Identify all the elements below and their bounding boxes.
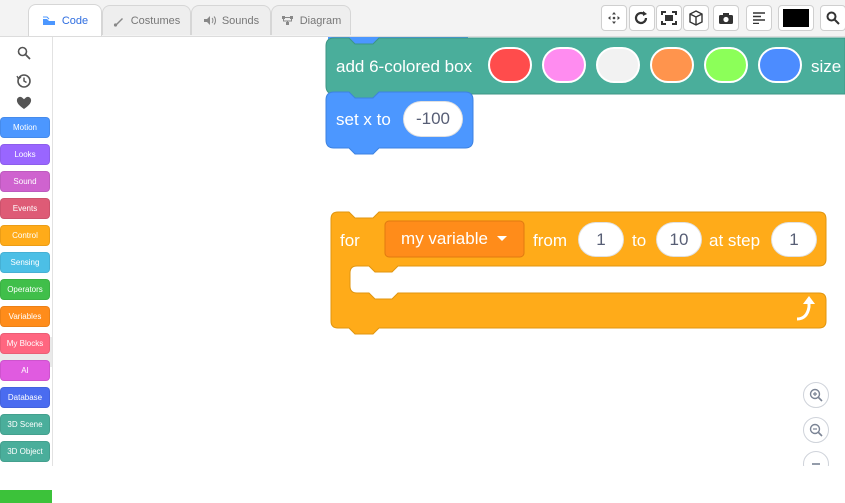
tab-code[interactable]: Code <box>28 4 102 36</box>
step-value-input[interactable]: 1 <box>771 222 817 257</box>
palette-search-button[interactable] <box>14 43 34 63</box>
code-icon <box>42 16 55 25</box>
rotate-icon <box>634 11 648 25</box>
variable-dropdown-label: my variable <box>401 229 488 248</box>
fit-screen-button[interactable] <box>656 5 682 31</box>
move-button[interactable] <box>601 5 627 31</box>
align-icon <box>753 12 765 24</box>
category-database[interactable]: Database <box>0 387 50 408</box>
category-sound[interactable]: Sound <box>0 171 50 192</box>
category-3d-object[interactable]: 3D Object <box>0 441 50 462</box>
from-value-input[interactable]: 1 <box>578 222 624 257</box>
tab-diagram-label: Diagram <box>299 14 342 27</box>
speaker-icon <box>203 16 216 25</box>
move-icon <box>608 12 620 24</box>
to-value-input[interactable]: 10 <box>656 222 702 257</box>
history-button[interactable] <box>14 71 34 91</box>
fit-screen-icon <box>661 11 677 25</box>
tab-sounds[interactable]: Sounds <box>191 5 271 35</box>
color-input-2[interactable] <box>542 47 586 83</box>
category-operators[interactable]: Operators <box>0 279 50 300</box>
block-palette: Motion Looks Sound Events Control Sensing Oper… <box>0 37 53 503</box>
green-indicator-bar <box>0 490 52 503</box>
color-input-3[interactable] <box>596 47 640 83</box>
color-input-6[interactable] <box>758 47 802 83</box>
category-motion[interactable]: Motion <box>0 117 50 138</box>
zoom-in-button[interactable] <box>803 382 829 408</box>
color-swatch-fill <box>783 9 809 27</box>
heart-icon <box>16 96 32 109</box>
color-input-5[interactable] <box>704 47 748 83</box>
at-step-label: at step <box>709 231 761 250</box>
set-x-label: set x to <box>336 110 391 129</box>
zoom-out-icon <box>809 423 823 437</box>
camera-icon <box>719 12 733 24</box>
cube-icon <box>689 10 703 26</box>
from-label: from <box>533 231 567 250</box>
favorites-button[interactable] <box>14 93 34 113</box>
for-label: for <box>340 231 360 250</box>
dropdown-arrow-icon <box>496 236 507 241</box>
category-variables[interactable]: Variables <box>0 306 50 327</box>
set-x-value-input[interactable]: -100 <box>403 101 463 137</box>
zoom-out-button[interactable] <box>803 417 829 443</box>
search-icon <box>826 11 840 25</box>
search-icon <box>17 46 31 60</box>
category-ai[interactable]: AI <box>0 360 50 381</box>
brush-icon <box>113 17 123 27</box>
variable-dropdown[interactable]: my variable <box>385 221 524 257</box>
code-workspace[interactable]: add 6-colored box size set x to -100 for… <box>53 37 845 466</box>
search-button[interactable] <box>820 5 845 31</box>
rotate-button[interactable] <box>629 5 655 31</box>
history-icon <box>16 74 31 88</box>
camera-button[interactable] <box>713 5 739 31</box>
tab-code-label: Code <box>61 14 89 27</box>
zoom-reset-icon <box>812 463 820 465</box>
category-events[interactable]: Events <box>0 198 50 219</box>
tab-costumes-label: Costumes <box>130 14 181 27</box>
category-control[interactable]: Control <box>0 225 50 246</box>
color-input-1[interactable] <box>488 47 532 83</box>
category-3d-scene[interactable]: 3D Scene <box>0 414 50 435</box>
align-button[interactable] <box>746 5 772 31</box>
add-box-label: add 6-colored box <box>336 57 473 76</box>
size-label: size <box>811 57 842 76</box>
category-sensing[interactable]: Sensing <box>0 252 50 273</box>
category-looks[interactable]: Looks <box>0 144 50 165</box>
top-bar: Code Costumes Sounds Diagram <box>0 0 845 37</box>
category-my-blocks[interactable]: My Blocks <box>0 333 50 354</box>
to-label: to <box>632 231 647 250</box>
cube-button[interactable] <box>683 5 709 31</box>
diagram-icon <box>281 16 293 25</box>
tab-diagram[interactable]: Diagram <box>271 5 351 35</box>
tab-sounds-label: Sounds <box>221 14 260 27</box>
tab-costumes[interactable]: Costumes <box>102 5 191 35</box>
color-input-4[interactable] <box>650 47 694 83</box>
zoom-in-icon <box>809 388 823 402</box>
color-swatch-button[interactable] <box>778 5 814 31</box>
